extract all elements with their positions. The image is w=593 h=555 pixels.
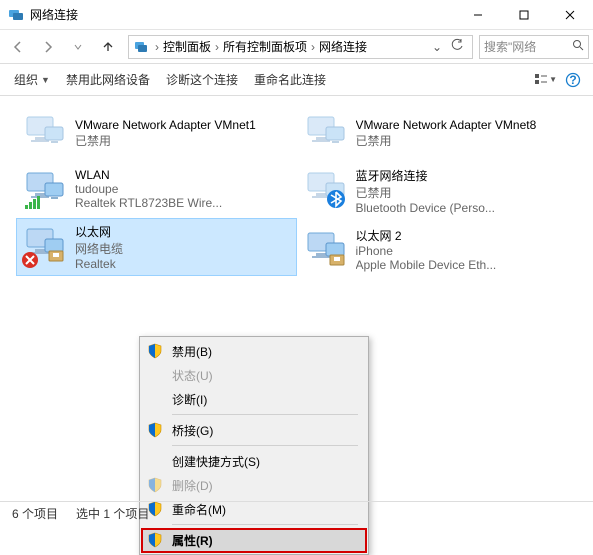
chevron-down-icon: ▼ bbox=[41, 75, 50, 85]
window-title: 网络连接 bbox=[30, 6, 455, 23]
refresh-button[interactable] bbox=[446, 38, 468, 55]
breadcrumb[interactable]: 所有控制面板项 bbox=[221, 38, 309, 55]
adapter-device: Bluetooth Device (Perso... bbox=[356, 201, 495, 215]
content-area: VMware Network Adapter VMnet1已禁用WLANtudo… bbox=[0, 96, 593, 501]
app-icon bbox=[8, 7, 24, 23]
adapter-status: 已禁用 bbox=[356, 132, 537, 149]
svg-text:?: ? bbox=[569, 73, 576, 87]
chevron-right-icon: › bbox=[309, 40, 317, 54]
adapter-text: 蓝牙网络连接已禁用Bluetooth Device (Perso... bbox=[356, 167, 495, 215]
adapter-name: 以太网 2 bbox=[356, 227, 497, 244]
selection-count: 选中 1 个项目 bbox=[76, 505, 149, 522]
adapter-name: VMware Network Adapter VMnet8 bbox=[356, 118, 537, 132]
address-dropdown[interactable]: ⌄ bbox=[428, 40, 446, 54]
command-bar: 组织▼ 禁用此网络设备 诊断这个连接 重命名此连接 ▼ ? bbox=[0, 64, 593, 96]
menu-status: 状态(U) bbox=[142, 363, 366, 387]
adapter-device: Realtek RTL8723BE Wire... bbox=[75, 196, 222, 210]
adapter-text: VMware Network Adapter VMnet8已禁用 bbox=[356, 111, 537, 155]
status-bar: 6 个项目 选中 1 个项目 bbox=[0, 501, 593, 525]
adapter-text: 以太网网络电缆Realtek bbox=[75, 223, 123, 271]
search-placeholder: 搜索"网络 bbox=[484, 38, 536, 55]
adapter-item[interactable]: VMware Network Adapter VMnet8已禁用 bbox=[297, 106, 578, 160]
up-button[interactable] bbox=[94, 33, 122, 61]
nav-bar: › 控制面板 › 所有控制面板项 › 网络连接 ⌄ 搜索"网络 bbox=[0, 30, 593, 64]
status-overlay-icon bbox=[302, 255, 320, 273]
shield-icon bbox=[146, 421, 164, 439]
adapter-status: tudoupe bbox=[75, 182, 222, 196]
search-icon bbox=[572, 39, 584, 54]
menu-properties[interactable]: 属性(R) bbox=[142, 528, 366, 552]
adapter-status: 网络电缆 bbox=[75, 240, 123, 257]
title-bar: 网络连接 bbox=[0, 0, 593, 30]
status-overlay-icon bbox=[21, 139, 39, 157]
help-button[interactable]: ? bbox=[561, 68, 585, 92]
menu-diagnose[interactable]: 诊断(I) bbox=[142, 387, 366, 411]
breadcrumb[interactable]: 网络连接 bbox=[317, 38, 369, 55]
network-adapter-icon bbox=[304, 227, 348, 271]
menu-delete: 删除(D) bbox=[142, 473, 366, 497]
chevron-right-icon: › bbox=[213, 40, 221, 54]
location-icon bbox=[133, 39, 149, 55]
minimize-button[interactable] bbox=[455, 0, 501, 30]
adapter-device: Realtek bbox=[75, 257, 123, 271]
adapter-status: iPhone bbox=[356, 244, 497, 258]
adapter-status: 已禁用 bbox=[75, 132, 256, 149]
back-button[interactable] bbox=[4, 33, 32, 61]
adapter-text: 以太网 2iPhoneApple Mobile Device Eth... bbox=[356, 227, 497, 272]
status-overlay-icon bbox=[302, 195, 320, 213]
shield-icon bbox=[146, 531, 164, 549]
forward-button[interactable] bbox=[34, 33, 62, 61]
network-adapter-icon bbox=[304, 167, 348, 211]
adapter-item[interactable]: 以太网网络电缆Realtek bbox=[16, 218, 297, 276]
disable-device-button[interactable]: 禁用此网络设备 bbox=[60, 67, 156, 92]
adapter-name: 蓝牙网络连接 bbox=[356, 167, 495, 184]
adapter-device: Apple Mobile Device Eth... bbox=[356, 258, 497, 272]
menu-separator bbox=[172, 414, 358, 415]
breadcrumb[interactable]: 控制面板 bbox=[161, 38, 213, 55]
search-input[interactable]: 搜索"网络 bbox=[479, 35, 589, 59]
menu-create-shortcut[interactable]: 创建快捷方式(S) bbox=[142, 449, 366, 473]
status-overlay-icon bbox=[302, 139, 320, 157]
shield-icon bbox=[146, 476, 164, 494]
maximize-button[interactable] bbox=[501, 0, 547, 30]
adapter-item[interactable]: 以太网 2iPhoneApple Mobile Device Eth... bbox=[297, 222, 578, 277]
adapter-name: VMware Network Adapter VMnet1 bbox=[75, 118, 256, 132]
item-count: 6 个项目 bbox=[12, 505, 58, 522]
menu-bridge[interactable]: 桥接(G) bbox=[142, 418, 366, 442]
shield-icon bbox=[146, 342, 164, 360]
adapter-name: WLAN bbox=[75, 168, 222, 182]
menu-separator bbox=[172, 445, 358, 446]
menu-disable[interactable]: 禁用(B) bbox=[142, 339, 366, 363]
adapter-text: VMware Network Adapter VMnet1已禁用 bbox=[75, 111, 256, 155]
adapter-status: 已禁用 bbox=[356, 184, 495, 201]
network-adapter-icon bbox=[23, 223, 67, 267]
adapter-text: WLANtudoupeRealtek RTL8723BE Wire... bbox=[75, 167, 222, 211]
adapter-item[interactable]: 蓝牙网络连接已禁用Bluetooth Device (Perso... bbox=[297, 162, 578, 220]
rename-button[interactable]: 重命名此连接 bbox=[248, 67, 332, 92]
chevron-right-icon: › bbox=[153, 40, 161, 54]
close-button[interactable] bbox=[547, 0, 593, 30]
address-bar[interactable]: › 控制面板 › 所有控制面板项 › 网络连接 ⌄ bbox=[128, 35, 473, 59]
network-adapter-icon bbox=[23, 167, 67, 211]
adapter-item[interactable]: VMware Network Adapter VMnet1已禁用 bbox=[16, 106, 297, 160]
recent-dropdown[interactable] bbox=[64, 33, 92, 61]
diagnose-button[interactable]: 诊断这个连接 bbox=[160, 67, 244, 92]
adapter-name: 以太网 bbox=[75, 223, 123, 240]
organize-button[interactable]: 组织▼ bbox=[8, 67, 56, 92]
status-overlay-icon bbox=[21, 251, 39, 269]
adapter-item[interactable]: WLANtudoupeRealtek RTL8723BE Wire... bbox=[16, 162, 297, 216]
network-adapter-icon bbox=[304, 111, 348, 155]
view-options-button[interactable]: ▼ bbox=[533, 68, 557, 92]
network-adapter-icon bbox=[23, 111, 67, 155]
status-overlay-icon bbox=[21, 195, 39, 213]
